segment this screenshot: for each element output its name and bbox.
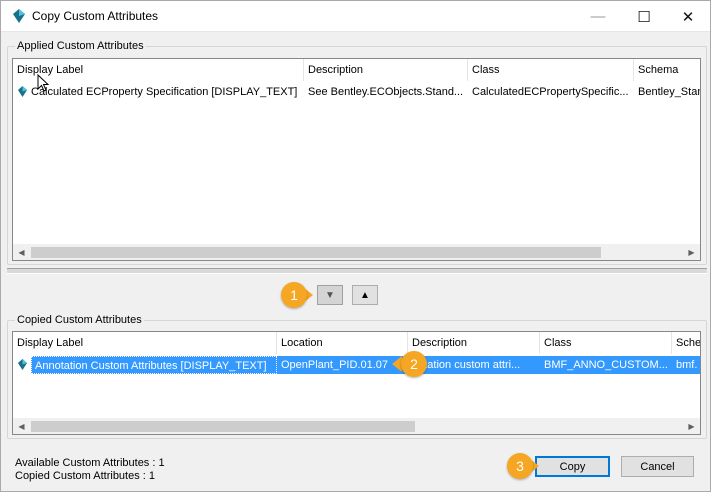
row-display-label: Annotation Custom Attributes [DISPLAY_TE… xyxy=(31,356,277,374)
column-header-description[interactable]: Description xyxy=(304,59,468,81)
row-schema: bmf. xyxy=(672,356,700,374)
table-row[interactable]: Calculated ECProperty Specification [DIS… xyxy=(13,83,700,101)
copied-count-label: Copied Custom Attributes : 1 xyxy=(15,470,156,482)
arrow-up-icon: ▲ xyxy=(360,289,370,301)
scroll-right-icon[interactable]: ▶ xyxy=(683,418,700,434)
copied-group-label: Copied Custom Attributes xyxy=(15,314,144,326)
mouse-cursor-icon xyxy=(37,74,49,92)
applied-horizontal-scrollbar[interactable]: ◀ ▶ xyxy=(13,243,700,260)
row-display-label: Calculated ECProperty Specification [DIS… xyxy=(31,86,298,98)
column-header-display-label[interactable]: Display Label xyxy=(13,332,277,354)
title-bar: Copy Custom Attributes — ☐ ✕ xyxy=(1,1,710,32)
close-button[interactable]: ✕ xyxy=(665,1,711,32)
row-schema: Bentley_Stan xyxy=(638,86,701,98)
row-class: CalculatedECPropertySpecific... xyxy=(472,86,629,98)
copy-button[interactable]: Copy xyxy=(535,456,610,477)
scroll-right-icon[interactable]: ▶ xyxy=(683,244,700,260)
attribute-icon xyxy=(18,359,27,370)
column-header-description[interactable]: Description xyxy=(408,332,540,354)
callout-badge-1: 1 xyxy=(281,282,307,308)
maximize-icon: ☐ xyxy=(637,8,651,26)
window-title: Copy Custom Attributes xyxy=(32,9,159,23)
move-up-button[interactable]: ▲ xyxy=(352,285,378,305)
copied-header-row: Display Label Location Description Class… xyxy=(13,332,700,354)
column-header-class[interactable]: Class xyxy=(540,332,672,354)
scrollbar-thumb[interactable] xyxy=(31,247,601,258)
copied-horizontal-scrollbar[interactable]: ◀ ▶ xyxy=(13,417,700,434)
cancel-button[interactable]: Cancel xyxy=(621,456,694,477)
arrow-down-icon: ▼ xyxy=(325,289,335,301)
row-description: See Bentley.ECObjects.Stand... xyxy=(308,86,464,98)
move-down-button[interactable]: ▼ xyxy=(317,285,343,305)
copy-custom-attributes-dialog: Copy Custom Attributes — ☐ ✕ Applied Cus… xyxy=(0,0,711,492)
callout-badge-3: 3 xyxy=(507,453,533,479)
row-class: BMF_ANNO_CUSTOM... xyxy=(540,356,672,374)
column-header-schema[interactable]: Schema xyxy=(634,59,700,81)
close-icon: ✕ xyxy=(681,8,695,26)
column-header-class[interactable]: Class xyxy=(468,59,634,81)
applied-header-row: Display Label Description Class Schema xyxy=(13,59,700,81)
copied-attributes-list[interactable]: Display Label Location Description Class… xyxy=(12,331,701,435)
applied-attributes-list[interactable]: Display Label Description Class Schema C… xyxy=(12,58,701,261)
splitter-bar[interactable] xyxy=(7,268,707,274)
app-icon xyxy=(13,9,25,23)
available-count-label: Available Custom Attributes : 1 xyxy=(15,457,165,469)
scroll-left-icon[interactable]: ◀ xyxy=(13,418,30,434)
row-location: OpenPlant_PID.01.07 xyxy=(277,356,408,374)
column-header-location[interactable]: Location xyxy=(277,332,408,354)
minimize-button[interactable]: — xyxy=(575,1,621,32)
column-header-schema[interactable]: Sche xyxy=(672,332,700,354)
scrollbar-thumb[interactable] xyxy=(31,421,415,432)
attribute-icon xyxy=(18,86,27,97)
callout-badge-2: 2 xyxy=(401,351,427,377)
row-description: notation custom attri... xyxy=(408,356,540,374)
column-header-display-label[interactable]: Display Label xyxy=(13,59,304,81)
scroll-left-icon[interactable]: ◀ xyxy=(13,244,30,260)
table-row[interactable]: Annotation Custom Attributes [DISPLAY_TE… xyxy=(13,356,700,374)
minimize-icon: — xyxy=(590,8,606,25)
applied-group-label: Applied Custom Attributes xyxy=(15,40,146,52)
maximize-button[interactable]: ☐ xyxy=(621,1,667,32)
